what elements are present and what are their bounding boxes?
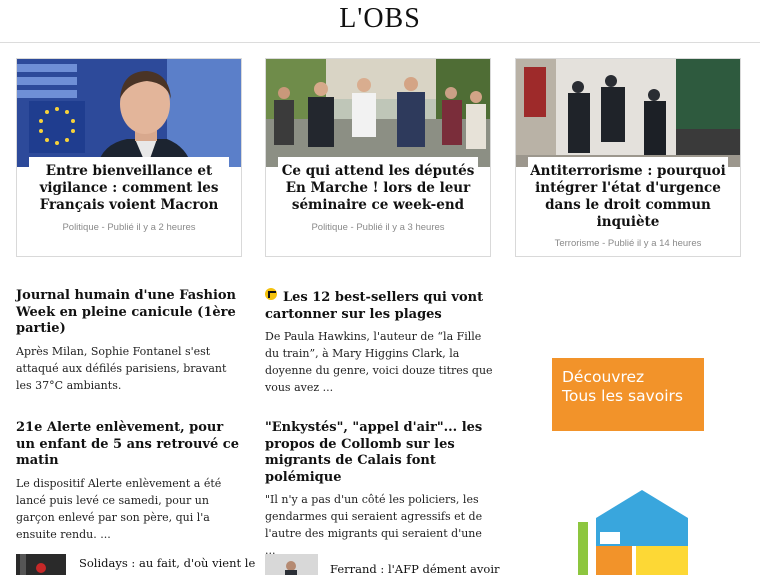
article-summary: De Paula Hawkins, l'auteur de “la Fille … xyxy=(265,330,493,394)
thumb-solidays[interactable] xyxy=(16,554,66,575)
story-meta: Terrorisme - Publié il y a 14 heures xyxy=(554,238,702,249)
article-title[interactable]: "Enkystés", "appel d'air"... les propos … xyxy=(265,420,493,486)
story-image-macron[interactable] xyxy=(17,59,241,167)
story-title[interactable]: Ce qui attend les députés En Marche ! lo… xyxy=(278,157,478,214)
house-logo-icon xyxy=(578,490,688,575)
story-image-deputes[interactable] xyxy=(266,59,490,167)
story-meta: Politique - Publié il y a 3 heures xyxy=(311,222,445,233)
article-title-row[interactable]: Les 12 best-sellers qui vont cartonner s… xyxy=(265,288,493,323)
article-title[interactable]: Les 12 best-sellers qui vont cartonner s… xyxy=(265,290,483,322)
ad-line-2: Tous les savoirs xyxy=(562,387,683,405)
story-title[interactable]: Entre bienveillance et vigilance : comme… xyxy=(29,157,229,214)
article-item-4[interactable]: "Enkystés", "appel d'air"... les propos … xyxy=(265,420,493,559)
article-title[interactable]: 21e Alerte enlèvement, pour un enfant de… xyxy=(16,420,244,470)
top-story-card-2[interactable]: Ce qui attend les députés En Marche ! lo… xyxy=(265,58,491,257)
article-item-2[interactable]: Les 12 best-sellers qui vont cartonner s… xyxy=(265,288,493,396)
article-item-3[interactable]: 21e Alerte enlèvement, pour un enfant de… xyxy=(16,420,244,543)
ad-banner[interactable]: Découvrez Tous les savoirs xyxy=(552,358,704,431)
ad-line-1: Découvrez xyxy=(562,368,645,386)
premium-badge-icon xyxy=(265,288,277,300)
article-title[interactable]: Journal humain d'une Fashion Week en ple… xyxy=(16,288,244,338)
story-meta: Politique - Publié il y a 2 heures xyxy=(62,222,196,233)
bottom-article-title-2[interactable]: Ferrand : l'AFP dément avoir xyxy=(330,562,500,575)
article-item-1[interactable]: Journal humain d'une Fashion Week en ple… xyxy=(16,288,244,394)
bottom-article-title-1[interactable]: Solidays : au fait, d'où vient le xyxy=(79,556,255,570)
top-story-card-1[interactable]: Entre bienveillance et vigilance : comme… xyxy=(16,58,242,257)
top-story-card-3[interactable]: Antiterrorisme : pourquoi intégrer l'éta… xyxy=(515,58,741,257)
site-header: L'OBS xyxy=(0,0,760,43)
article-summary: Après Milan, Sophie Fontanel s'est attaq… xyxy=(16,344,227,392)
article-summary: Le dispositif Alerte enlèvement a été la… xyxy=(16,476,222,541)
article-summary: "Il n'y a pas d'un côté les policiers, l… xyxy=(265,493,483,557)
story-title[interactable]: Antiterrorisme : pourquoi intégrer l'éta… xyxy=(528,157,728,231)
thumb-ferrand[interactable] xyxy=(265,554,318,575)
site-logo[interactable]: L'OBS xyxy=(0,3,760,35)
story-image-police[interactable] xyxy=(516,59,740,167)
